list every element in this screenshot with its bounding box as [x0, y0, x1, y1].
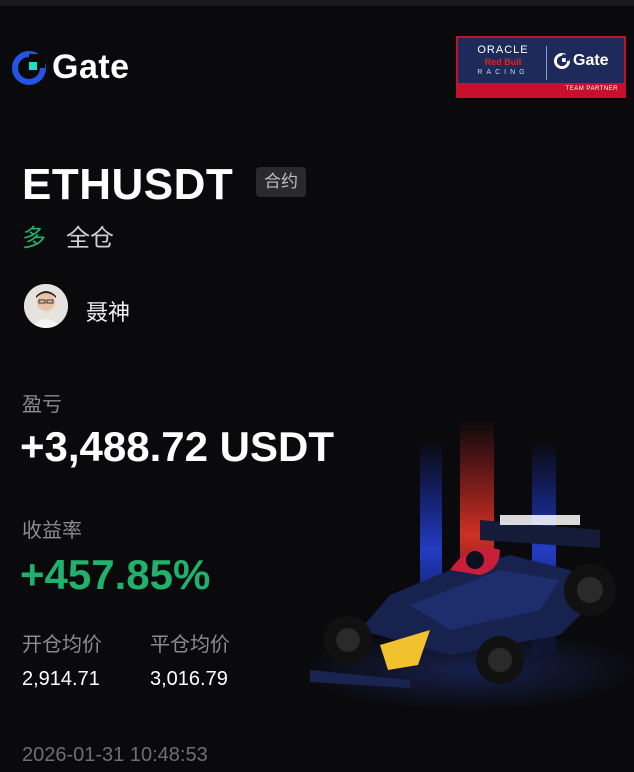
- pnl-label: 盈亏: [22, 394, 62, 416]
- partner-gate-text: Gate: [573, 52, 609, 69]
- roi-value: +457.85%: [20, 551, 211, 598]
- contract-type-badge: 合约: [256, 167, 306, 197]
- open-price-value: 2,914.71: [22, 668, 100, 690]
- team-partner-label: TEAM PARTNER: [458, 83, 624, 96]
- top-bar: [0, 0, 634, 6]
- partner-divider: [546, 46, 547, 80]
- racing-text: RACING: [477, 69, 529, 76]
- partner-gate-logo: Gate: [554, 52, 609, 70]
- gate-logo-icon: [12, 50, 46, 85]
- gate-logo: Gate: [12, 48, 130, 87]
- trading-pair: ETHUSDT: [22, 160, 234, 209]
- pnl-value: +3,488.72 USDT: [20, 423, 335, 470]
- logo-text: Gate: [52, 48, 130, 86]
- redbull-text: Red Bull: [484, 57, 522, 67]
- oracle-text: ORACLE: [477, 44, 529, 56]
- close-price-label: 平仓均价: [150, 634, 230, 656]
- username: 聂神: [86, 300, 131, 325]
- margin-mode: 全仓: [66, 225, 114, 252]
- partner-banner: ORACLE Red Bull RACING Gate TEAM PARTNER: [456, 36, 626, 98]
- user-avatar: [24, 284, 68, 328]
- redbull-racing-logo: ORACLE Red Bull RACING: [464, 44, 542, 76]
- f1-car-illustration: [300, 420, 634, 710]
- position-side: 多: [22, 225, 46, 252]
- timestamp: 2026-01-31 10:48:53: [22, 744, 208, 766]
- open-price-label: 开仓均价: [22, 634, 102, 656]
- pnl-share-card: Gate ORACLE Red Bull RACING Gate TEAM PA…: [0, 0, 634, 772]
- gate-small-icon: [554, 53, 570, 69]
- roi-label: 收益率: [22, 520, 82, 542]
- close-price-value: 3,016.79: [150, 668, 228, 690]
